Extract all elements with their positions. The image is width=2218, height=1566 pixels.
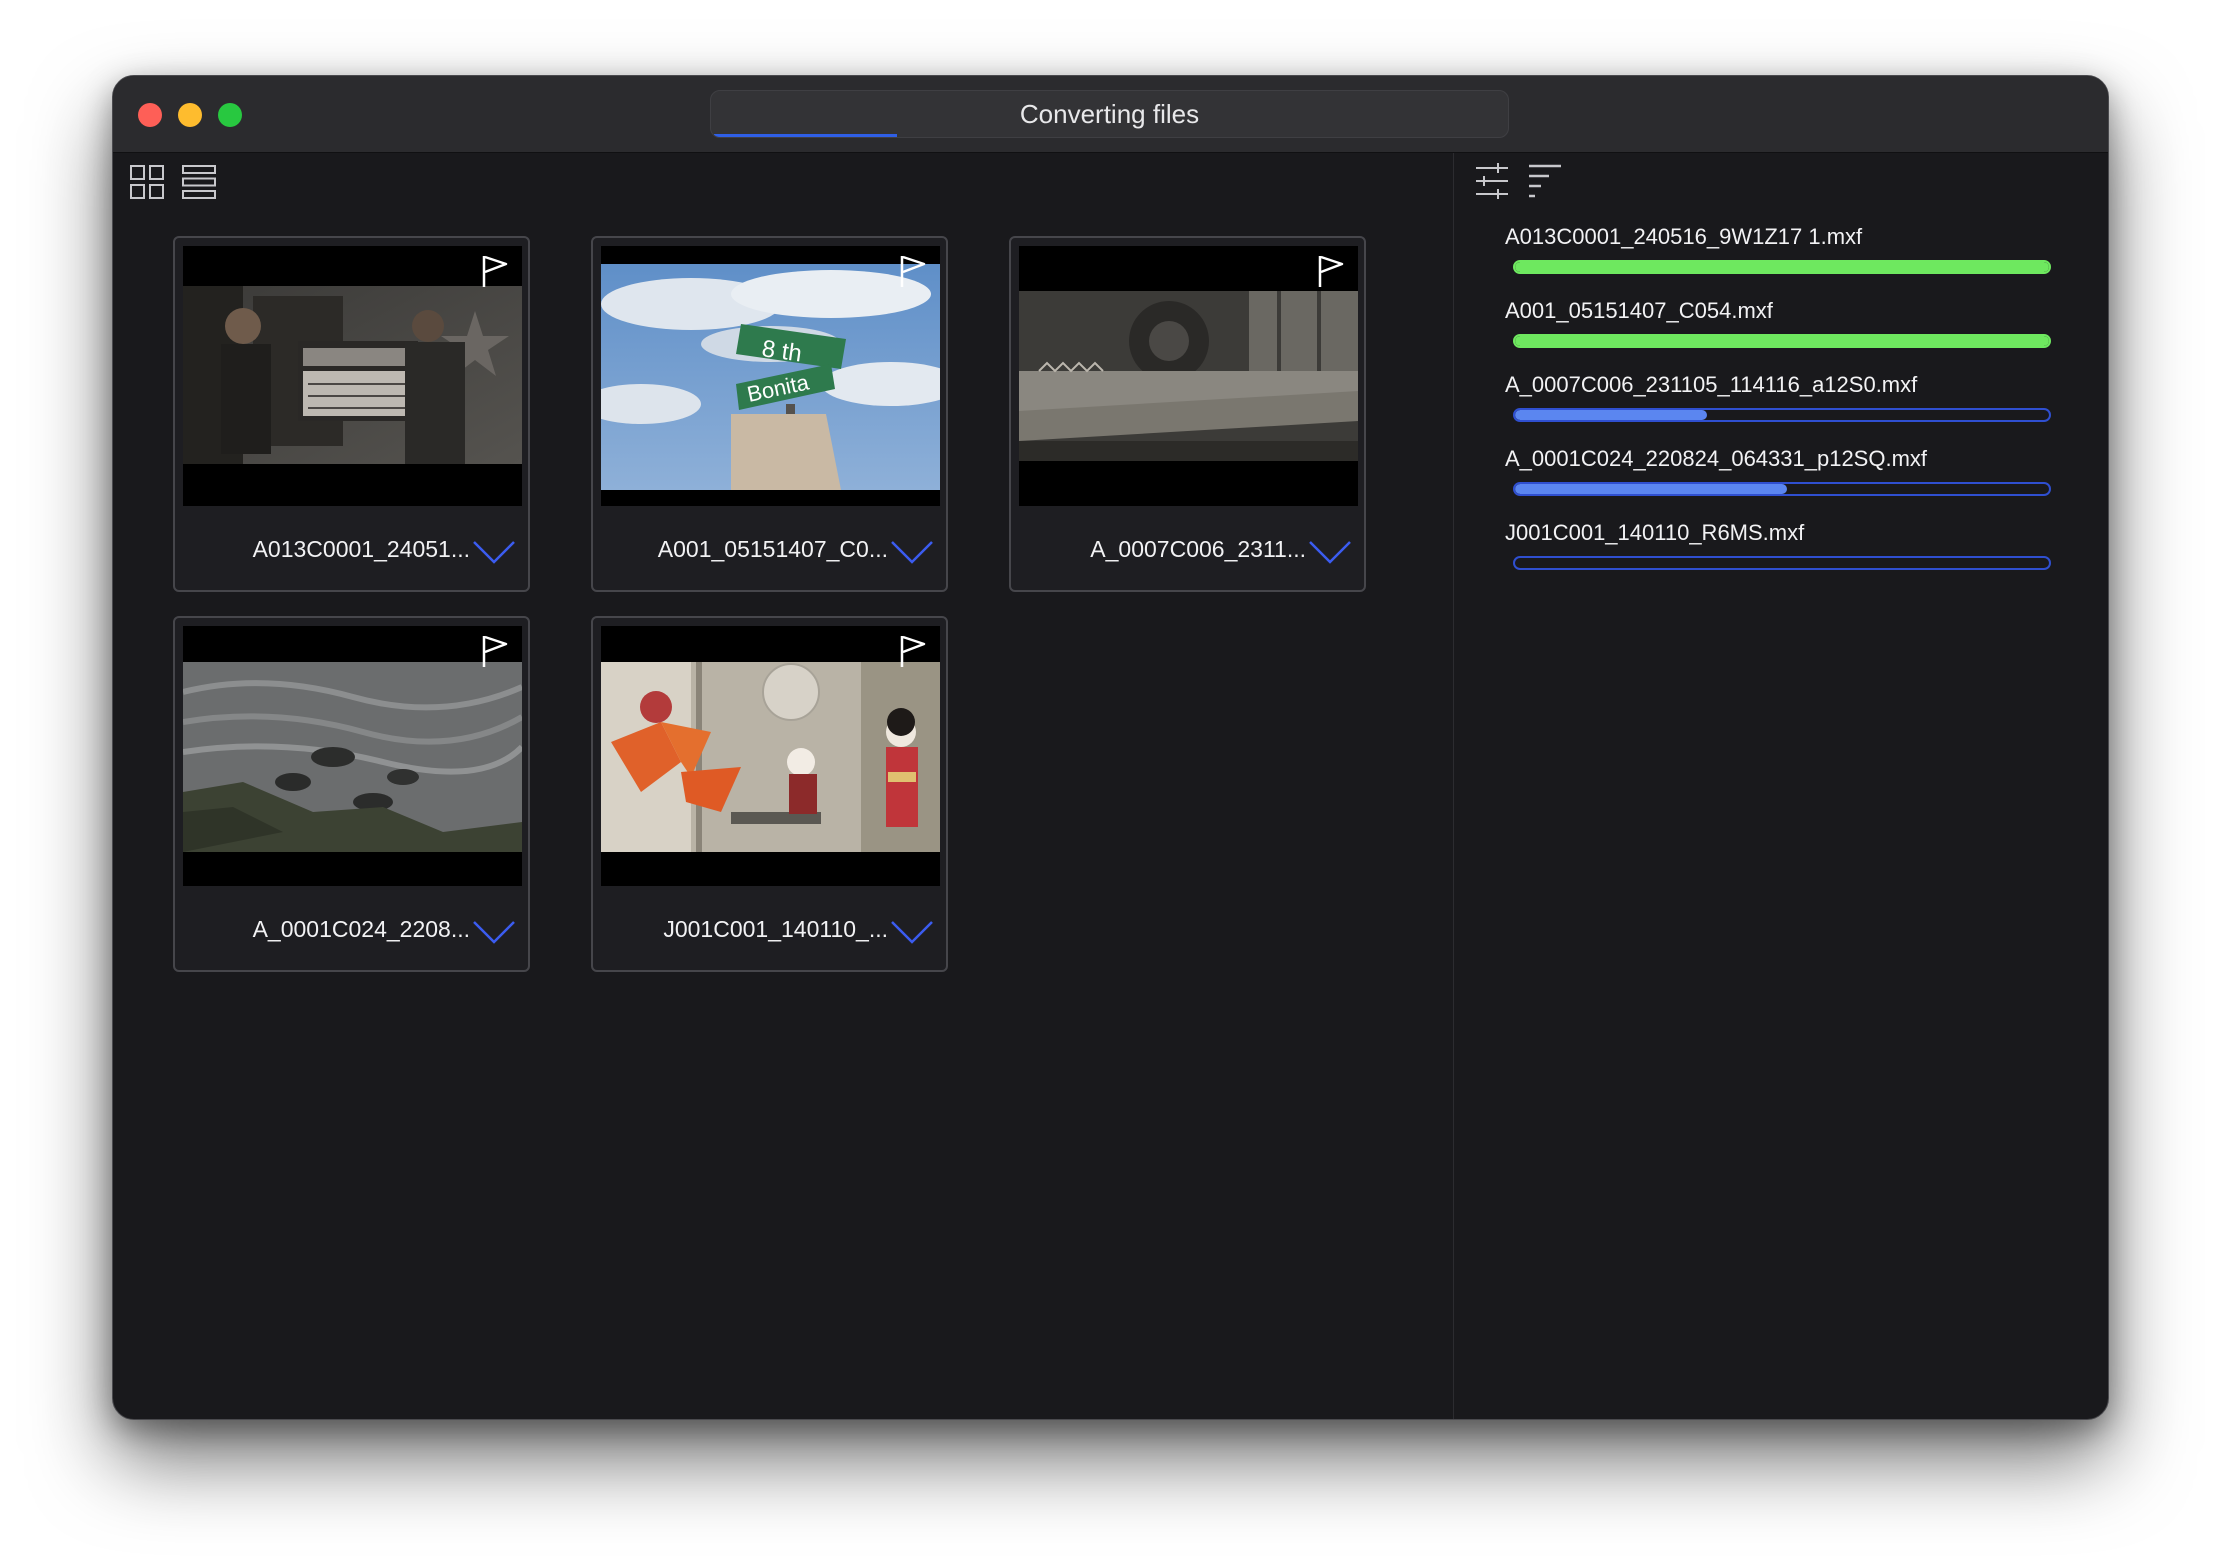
- conversion-progress-bar: [1513, 260, 2051, 274]
- progress-fill: [1515, 484, 1788, 494]
- grid-view-icon: [130, 165, 164, 199]
- queue-filename: A013C0001_240516_9W1Z17 1.mxf: [1505, 224, 1863, 249]
- conversion-progress-bar: [1513, 556, 2051, 570]
- clip-thumbnail[interactable]: [183, 626, 522, 886]
- sort-queue-button[interactable]: [1527, 162, 1563, 200]
- clip-name: J001C001_140110_...: [663, 916, 888, 942]
- sliders-icon: [1476, 163, 1508, 199]
- overall-progress-indicator: [714, 134, 898, 137]
- clip-thumbnail[interactable]: [601, 626, 940, 886]
- clip-thumbnail-image: 8 th Bonita: [601, 264, 940, 490]
- clip-name: A_0007C006_2311...: [1090, 536, 1306, 562]
- conversion-progress-bar: [1513, 408, 2051, 422]
- flag-icon[interactable]: [480, 254, 510, 288]
- conversion-settings-button[interactable]: [1474, 162, 1510, 200]
- clip-card[interactable]: A_0007C006_2311...: [1009, 236, 1366, 592]
- flag-icon[interactable]: [480, 634, 510, 668]
- grid-view-button[interactable]: [129, 164, 165, 200]
- progress-fill: [1515, 410, 1708, 420]
- clip-name: A001_05151407_C0...: [657, 536, 888, 562]
- progress-fill: [1515, 336, 2049, 346]
- conversion-progress-bar: [1513, 482, 2051, 496]
- svg-text:8 th: 8 th: [760, 335, 803, 367]
- list-view-button[interactable]: [181, 164, 217, 200]
- queue-filename: A_0007C006_231105_114116_a12S0.mxf: [1505, 372, 1918, 397]
- chevron-down-icon[interactable]: [471, 538, 517, 566]
- clip-card[interactable]: A013C0001_24051...: [173, 236, 530, 592]
- converter-window: Converting files A013C0001_24051... 8 th…: [112, 75, 2109, 1420]
- chevron-down-icon[interactable]: [471, 918, 517, 946]
- conversion-progress-bar: [1513, 334, 2051, 348]
- clip-thumbnail-image: [1019, 291, 1358, 461]
- clip-thumbnail-image: [183, 662, 522, 852]
- close-window-button[interactable]: [138, 103, 162, 127]
- clip-card[interactable]: A_0001C024_2208...: [173, 616, 530, 972]
- window-title: Converting files: [1019, 98, 1200, 129]
- clip-thumbnail-image: [183, 286, 522, 464]
- clip-card[interactable]: J001C001_140110_...: [591, 616, 948, 972]
- chevron-down-icon[interactable]: [889, 918, 935, 946]
- sort-icon: [1529, 164, 1561, 198]
- flag-icon[interactable]: [898, 254, 928, 288]
- clip-name: A_0001C024_2208...: [252, 916, 470, 942]
- list-view-icon: [182, 165, 216, 199]
- clip-thumbnail-image: [601, 662, 940, 852]
- chevron-down-icon[interactable]: [889, 538, 935, 566]
- flag-icon[interactable]: [1316, 254, 1346, 288]
- queue-filename: A001_05151407_C054.mxf: [1505, 298, 1773, 323]
- progress-fill: [1515, 262, 2049, 272]
- clip-name: A013C0001_24051...: [252, 536, 470, 562]
- minimize-window-button[interactable]: [178, 103, 202, 127]
- clip-thumbnail[interactable]: 8 th Bonita: [601, 246, 940, 506]
- chevron-down-icon[interactable]: [1307, 538, 1353, 566]
- zoom-window-button[interactable]: [218, 103, 242, 127]
- title-progress-pill: Converting files: [710, 90, 1509, 138]
- clip-card[interactable]: 8 th Bonita A001_05151407_C0...: [591, 236, 948, 592]
- queue-filename: J001C001_140110_R6MS.mxf: [1505, 520, 1805, 545]
- title-bar: Converting files: [113, 76, 2108, 153]
- queue-filename: A_0001C024_220824_064331_p12SQ.mxf: [1505, 446, 1928, 471]
- flag-icon[interactable]: [898, 634, 928, 668]
- clip-thumbnail[interactable]: [183, 246, 522, 506]
- clip-thumbnail[interactable]: [1019, 246, 1358, 506]
